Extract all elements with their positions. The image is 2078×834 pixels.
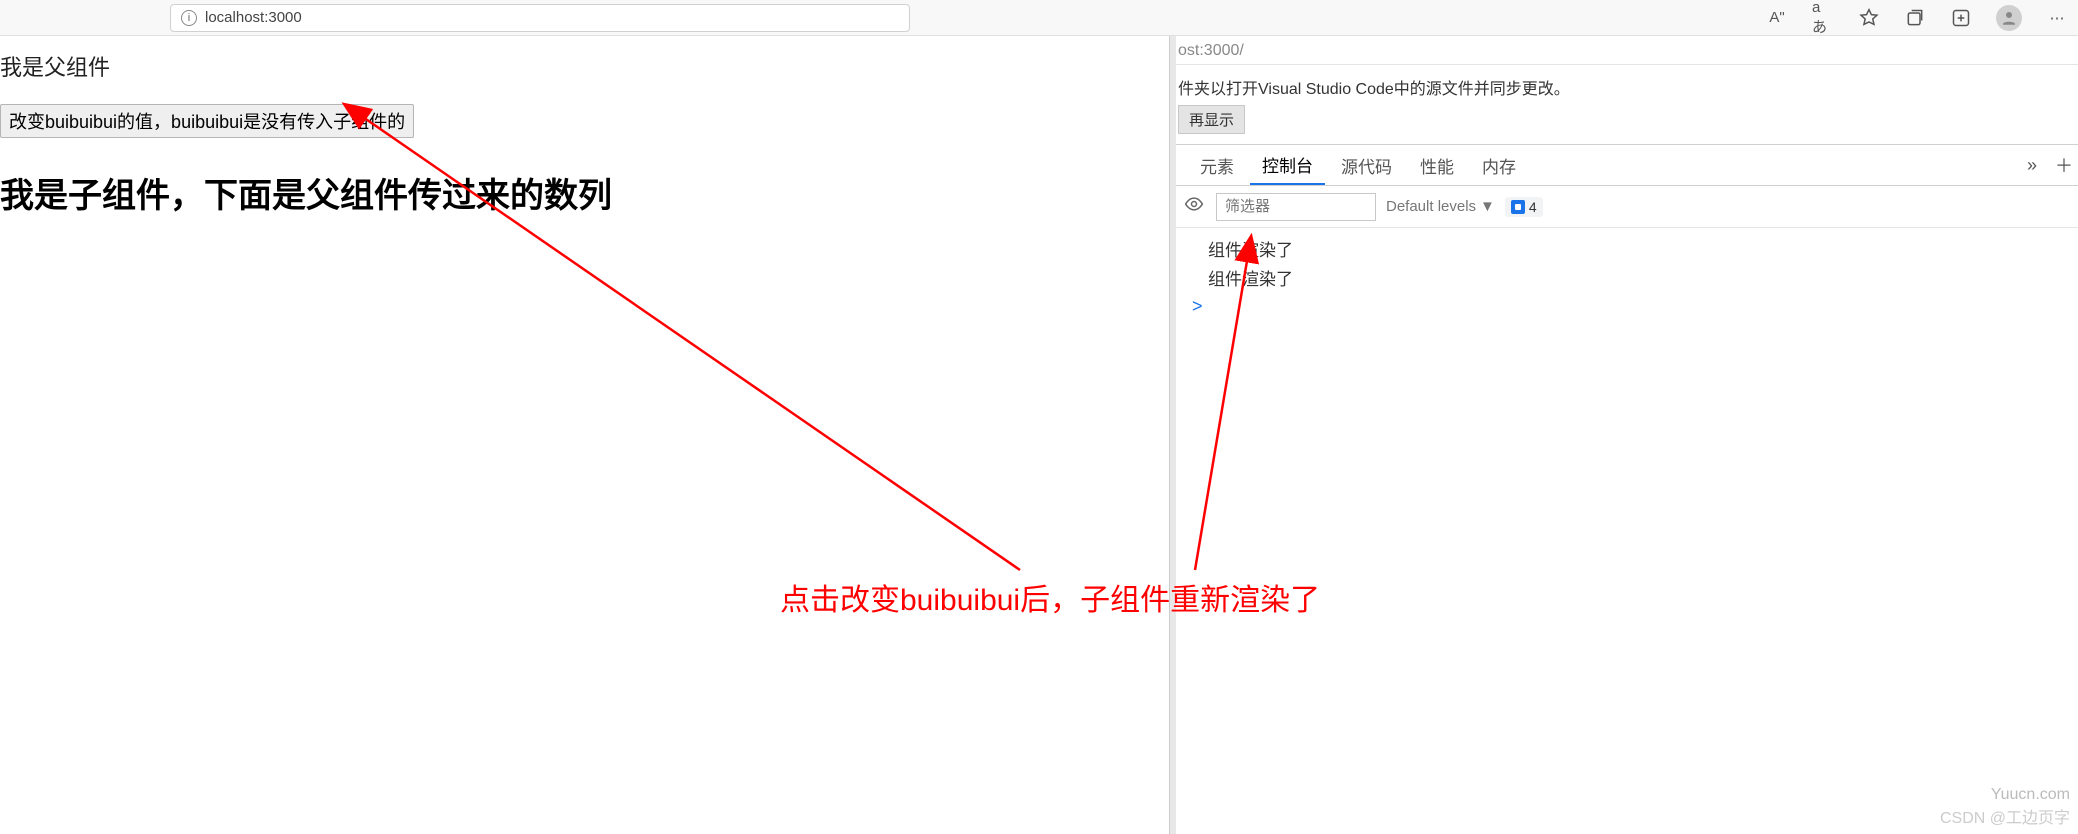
toolbar-right: A" aあ ⋯ (1766, 5, 2078, 31)
vscode-hint: 件夹以打开Visual Studio Code中的源文件并同步更改。 再显示 (1176, 65, 2078, 144)
parent-component-label: 我是父组件 (0, 50, 1169, 82)
annotation-label: 点击改变buibuibui后，子组件重新渲染了 (780, 575, 1320, 619)
issue-count: 4 (1529, 199, 1537, 215)
issues-badge[interactable]: 4 (1505, 197, 1543, 217)
more-tabs-icon[interactable]: » (2018, 151, 2046, 179)
tab-sources[interactable]: 源代码 (1329, 147, 1404, 184)
levels-label: Default levels (1386, 198, 1476, 215)
change-buibuibui-button[interactable]: 改变buibuibui的值，buibuibui是没有传入子组件的 (0, 104, 414, 138)
child-component-heading: 我是子组件，下面是父组件传过来的数列 (0, 168, 1169, 217)
favorites-icon[interactable] (1858, 7, 1880, 29)
tab-memory[interactable]: 内存 (1470, 147, 1528, 184)
url-text: localhost:3000 (205, 9, 302, 26)
add-tab-icon[interactable]: ＋ (2050, 151, 2078, 179)
profile-avatar-icon[interactable] (1996, 5, 2022, 31)
tab-performance[interactable]: 性能 (1408, 147, 1466, 184)
chevron-down-icon: ▼ (1480, 198, 1495, 215)
devtools-url-fragment: ost:3000/ (1176, 36, 2078, 65)
console-log-line: 组件渲染了 (1190, 234, 2078, 263)
devtools-panel: ost:3000/ 件夹以打开Visual Studio Code中的源文件并同… (1176, 36, 2078, 834)
page-content: 我是父组件 改变buibuibui的值，buibuibui是没有传入子组件的 我… (0, 36, 1170, 834)
issue-icon (1511, 200, 1525, 214)
add-tab-icon[interactable] (1950, 7, 1972, 29)
read-aloud-icon[interactable]: A" (1766, 7, 1788, 29)
console-toolbar: Default levels ▼ 4 (1176, 186, 2078, 228)
address-bar[interactable]: i localhost:3000 (170, 4, 910, 32)
vscode-hint-text: 件夹以打开Visual Studio Code中的源文件并同步更改。 (1178, 81, 1570, 98)
tab-elements[interactable]: 元素 (1188, 147, 1246, 184)
devtools-tabs: 元素 控制台 源代码 性能 内存 » ＋ (1176, 144, 2078, 186)
console-output: 组件渲染了 组件渲染了 > (1176, 228, 2078, 317)
watermark-yuucn: Yuucn.com (1991, 786, 2070, 804)
console-log-line: 组件渲染了 (1190, 263, 2078, 292)
dont-show-again-button[interactable]: 再显示 (1178, 105, 1245, 134)
translate-icon[interactable]: aあ (1812, 7, 1834, 29)
menu-icon[interactable]: ⋯ (2046, 7, 2068, 29)
console-filter-input[interactable] (1216, 193, 1376, 221)
log-levels-dropdown[interactable]: Default levels ▼ (1386, 198, 1495, 215)
watermark-csdn: CSDN @工边页字 (1940, 804, 2070, 828)
tab-console[interactable]: 控制台 (1250, 146, 1325, 185)
console-prompt[interactable]: > (1190, 296, 2078, 317)
browser-toolbar: i localhost:3000 A" aあ ⋯ (0, 0, 2078, 36)
site-info-icon[interactable]: i (181, 10, 197, 26)
collections-icon[interactable] (1904, 7, 1926, 29)
live-expression-icon[interactable] (1184, 194, 1206, 219)
